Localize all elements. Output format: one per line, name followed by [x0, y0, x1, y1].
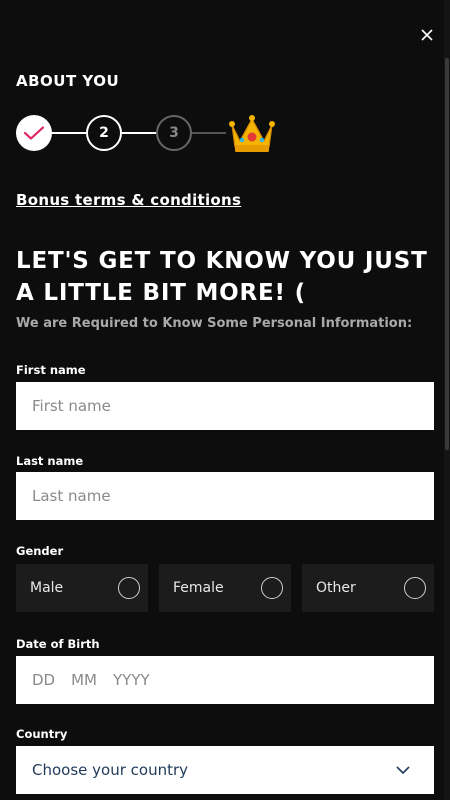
- dob-year-field[interactable]: YYYY: [113, 671, 150, 689]
- gender-option-label: Other: [316, 580, 356, 596]
- radio-button[interactable]: [261, 577, 283, 599]
- step-connector: [192, 132, 226, 134]
- step-2-active: 2: [86, 115, 122, 151]
- dob-label: Date of Birth: [16, 637, 100, 651]
- gender-options: Male Female Other: [16, 564, 434, 612]
- country-label: Country: [16, 727, 68, 741]
- scrollbar-thumb[interactable]: [445, 58, 449, 450]
- check-icon: [24, 126, 44, 140]
- gender-option-female[interactable]: Female: [159, 564, 291, 612]
- chevron-down-icon: [396, 766, 410, 774]
- gender-option-male[interactable]: Male: [16, 564, 148, 612]
- progress-steps: 2 3: [16, 111, 276, 155]
- step-3-pending: 3: [156, 115, 192, 151]
- section-title: ABOUT YOU: [16, 72, 120, 90]
- step-connector: [122, 132, 156, 134]
- page-subheading: We are Required to Know Some Personal In…: [16, 316, 413, 331]
- gender-label: Gender: [16, 544, 64, 558]
- page-heading: LET'S GET TO KNOW YOU JUST A LITTLE BIT …: [16, 248, 428, 306]
- country-select[interactable]: Choose your country: [16, 746, 434, 794]
- gender-option-label: Male: [30, 580, 64, 596]
- step-connector: [52, 132, 86, 134]
- dob-month-field[interactable]: MM: [71, 671, 97, 689]
- scrollbar-track[interactable]: [444, 0, 450, 800]
- step-1-completed: [16, 115, 52, 151]
- gender-option-other[interactable]: Other: [302, 564, 434, 612]
- close-button[interactable]: [416, 24, 438, 46]
- first-name-label: First name: [16, 363, 86, 377]
- country-select-value: Choose your country: [32, 761, 189, 779]
- gender-option-label: Female: [173, 580, 224, 596]
- crown-icon: [229, 115, 275, 152]
- close-icon: [421, 29, 433, 41]
- dob-day-field[interactable]: DD: [32, 671, 55, 689]
- last-name-label: Last name: [16, 454, 84, 468]
- last-name-field[interactable]: [16, 472, 434, 520]
- radio-button[interactable]: [118, 577, 140, 599]
- radio-button[interactable]: [404, 577, 426, 599]
- first-name-field[interactable]: [16, 382, 434, 430]
- date-of-birth-field[interactable]: DD MM YYYY: [16, 656, 434, 704]
- bonus-terms-link[interactable]: Bonus terms & conditions: [16, 191, 241, 209]
